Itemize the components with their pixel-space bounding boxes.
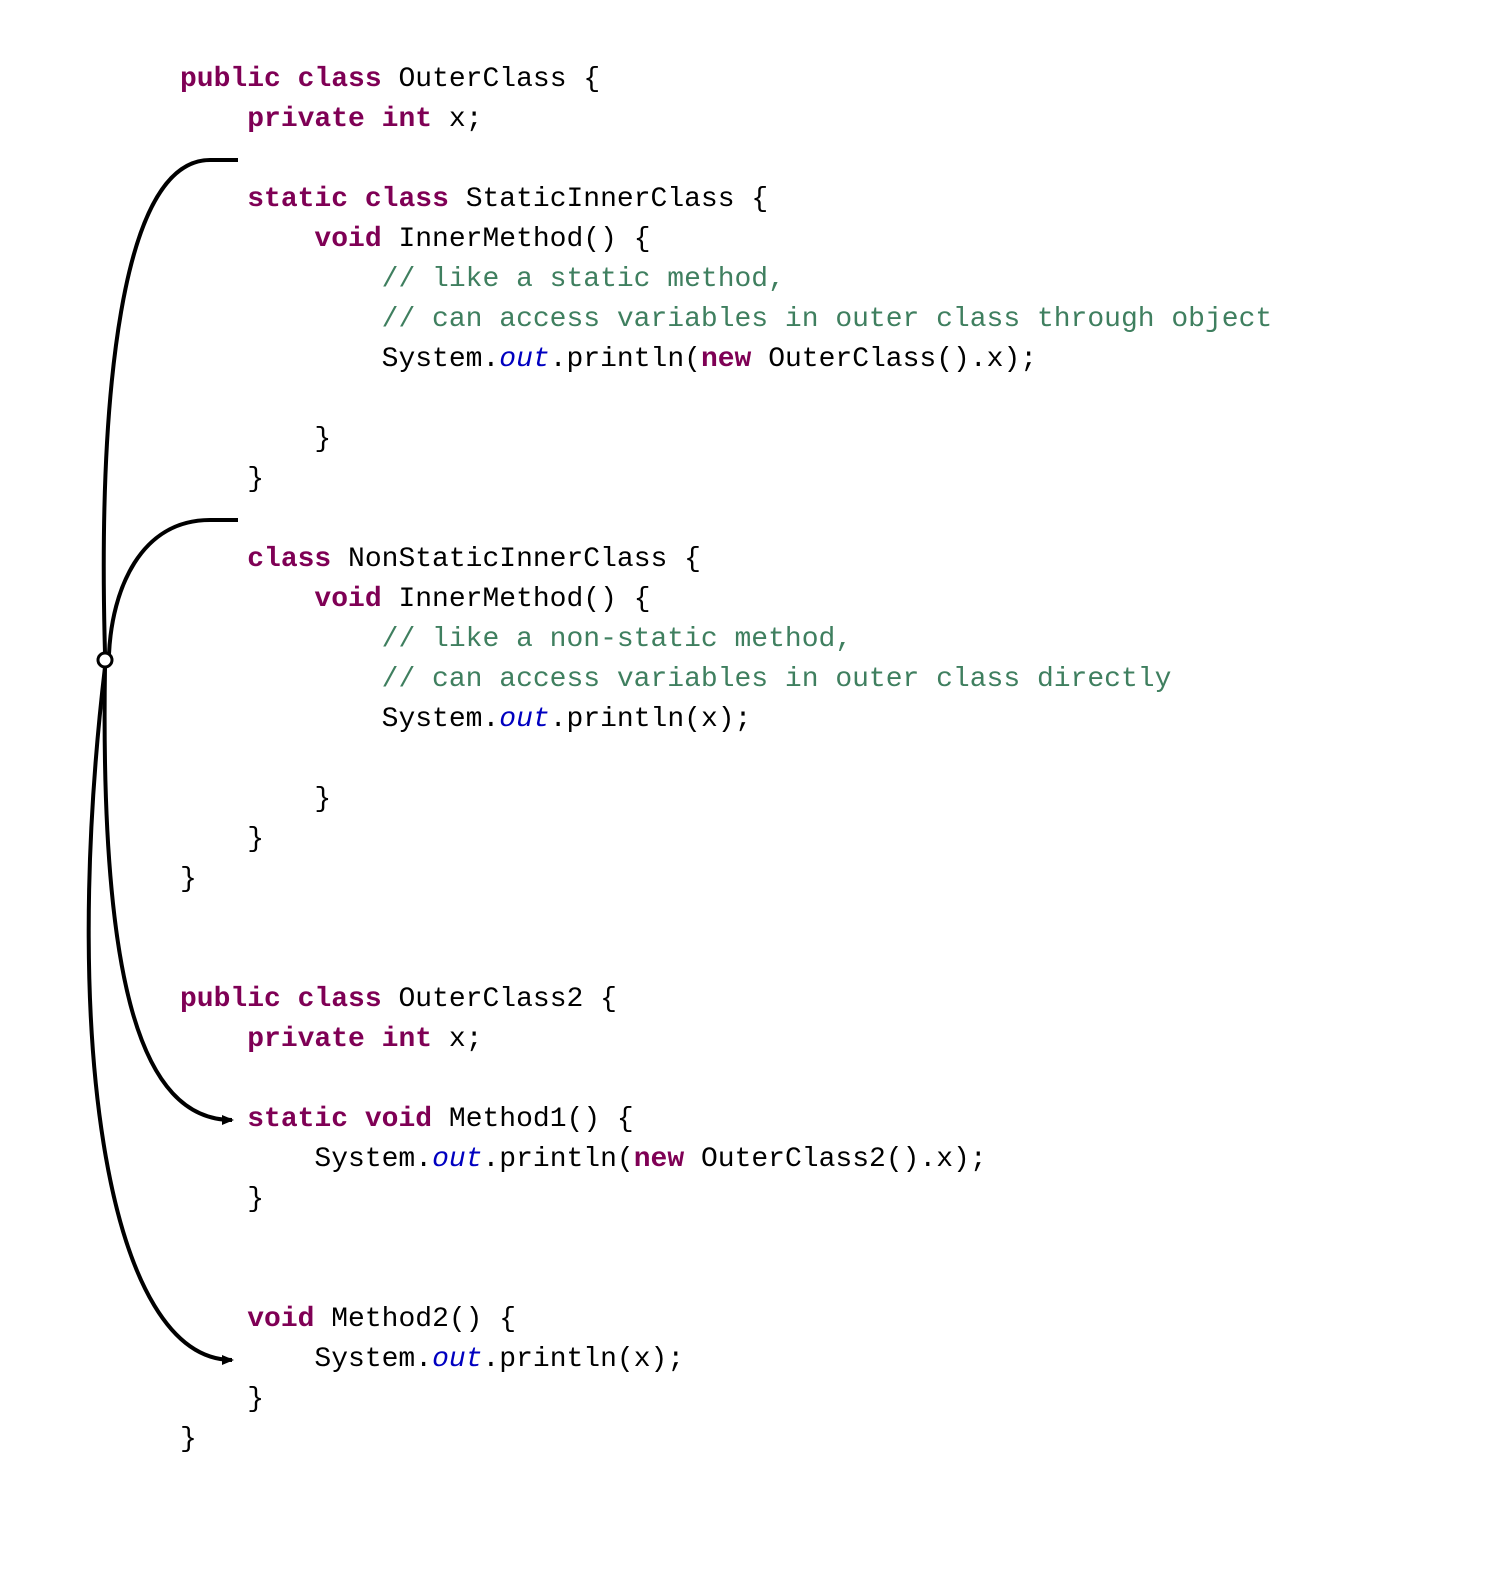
brace-close: } [247, 1184, 264, 1215]
id-x: x [987, 344, 1004, 375]
id-out: out [499, 704, 549, 735]
id-NonStaticInnerClass: NonStaticInnerClass [348, 544, 667, 575]
kw-static: static [247, 1104, 348, 1135]
id-out: out [432, 1144, 482, 1175]
kw-public: public [180, 64, 281, 95]
id-out: out [432, 1344, 482, 1375]
paren-close: ); [1003, 344, 1037, 375]
kw-void: void [365, 1104, 432, 1135]
parens: () { [583, 584, 650, 615]
id-out: out [499, 344, 549, 375]
kw-class: class [298, 984, 382, 1015]
dot: . [415, 1344, 432, 1375]
id-OuterClass2: OuterClass2 [398, 984, 583, 1015]
parens: () { [583, 224, 650, 255]
id-x: x [701, 704, 718, 735]
kw-int: int [382, 1024, 432, 1055]
paren-open: ( [684, 704, 701, 735]
id-OuterClass: OuterClass [398, 64, 566, 95]
id-Method1: Method1 [449, 1104, 567, 1135]
diagram-page: public class OuterClass { private int x;… [0, 0, 1488, 1594]
code-listing: public class OuterClass { private int x;… [180, 20, 1272, 1460]
kw-void: void [314, 584, 381, 615]
id-x: x [936, 1144, 953, 1175]
dot: . [482, 704, 499, 735]
comment-3: // like a non-static method, [382, 624, 852, 655]
call: (). [886, 1144, 936, 1175]
brace-open: { [600, 984, 617, 1015]
id-System: System [314, 1144, 415, 1175]
id-x: x [449, 104, 466, 135]
parens: () { [449, 1304, 516, 1335]
dot: . [482, 1344, 499, 1375]
kw-static: static [247, 184, 348, 215]
brace-open: { [751, 184, 768, 215]
paren-close: ); [651, 1344, 685, 1375]
brace-close: } [247, 464, 264, 495]
id-println: println [567, 704, 685, 735]
brace-open: { [583, 64, 600, 95]
paren-close: ); [718, 704, 752, 735]
id-println: println [499, 1144, 617, 1175]
kw-public: public [180, 984, 281, 1015]
id-StaticInnerClass: StaticInnerClass [466, 184, 735, 215]
paren-open: ( [617, 1144, 634, 1175]
kw-private: private [247, 1024, 365, 1055]
id-println: println [567, 344, 685, 375]
parens: () { [567, 1104, 634, 1135]
paren-close: ); [953, 1144, 987, 1175]
brace-close: } [314, 784, 331, 815]
semicolon: ; [466, 1024, 483, 1055]
kw-class: class [247, 544, 331, 575]
brace-close: } [247, 824, 264, 855]
dot: . [550, 704, 567, 735]
kw-void: void [314, 224, 381, 255]
paren-open: ( [684, 344, 701, 375]
brace-open: { [684, 544, 701, 575]
kw-class: class [365, 184, 449, 215]
brace-close: } [314, 424, 331, 455]
comment-1: // like a static method, [382, 264, 785, 295]
kw-private: private [247, 104, 365, 135]
dot: . [482, 344, 499, 375]
id-OuterClass: OuterClass [768, 344, 936, 375]
semicolon: ; [466, 104, 483, 135]
kw-new: new [634, 1144, 684, 1175]
id-x: x [449, 1024, 466, 1055]
dot: . [550, 344, 567, 375]
kw-class: class [298, 64, 382, 95]
brace-close: } [247, 1384, 264, 1415]
call: (). [936, 344, 986, 375]
id-println: println [499, 1344, 617, 1375]
id-System: System [382, 344, 483, 375]
id-Method2: Method2 [331, 1304, 449, 1335]
id-InnerMethod: InnerMethod [398, 584, 583, 615]
comment-2: // can access variables in outer class t… [382, 304, 1273, 335]
brace-close: } [180, 864, 197, 895]
kw-new: new [701, 344, 751, 375]
id-OuterClass2: OuterClass2 [701, 1144, 886, 1175]
connector-node-icon [98, 653, 112, 667]
dot: . [482, 1144, 499, 1175]
id-System: System [314, 1344, 415, 1375]
dot: . [415, 1144, 432, 1175]
kw-void: void [247, 1304, 314, 1335]
id-x: x [634, 1344, 651, 1375]
paren-open: ( [617, 1344, 634, 1375]
id-InnerMethod: InnerMethod [398, 224, 583, 255]
id-System: System [382, 704, 483, 735]
brace-close: } [180, 1424, 197, 1455]
comment-4: // can access variables in outer class d… [382, 664, 1172, 695]
kw-int: int [382, 104, 432, 135]
